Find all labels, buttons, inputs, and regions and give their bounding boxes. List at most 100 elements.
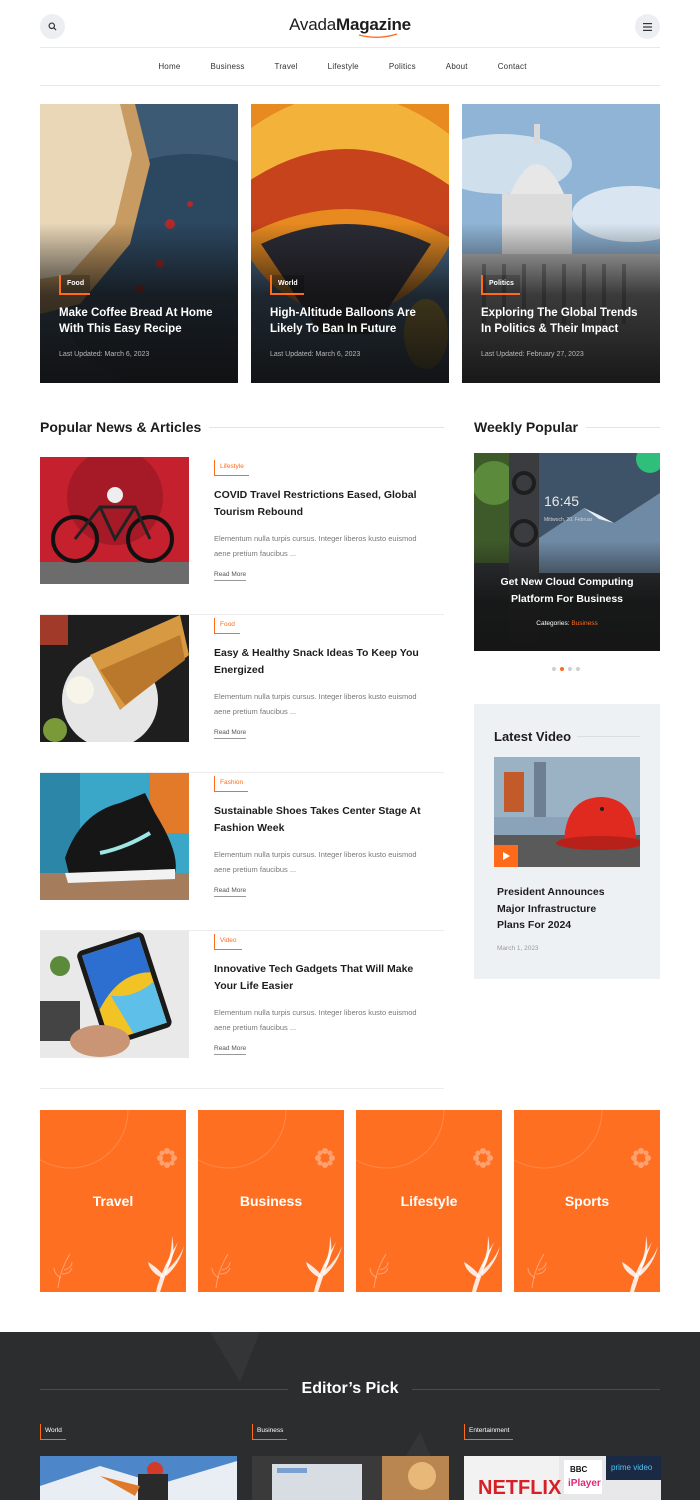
- flower-icon: [631, 1148, 651, 1168]
- palm-leaf-icon: [148, 1236, 184, 1292]
- palm-leaf-icon: [306, 1236, 342, 1292]
- laptop-image: [252, 1456, 449, 1500]
- article-title[interactable]: Sustainable Shoes Takes Center Stage At …: [214, 803, 439, 836]
- hero-card-3[interactable]: Politics Exploring The Global Trends In …: [462, 104, 660, 383]
- editors-category[interactable]: Business: [252, 1424, 288, 1440]
- hero-category[interactable]: Politics: [481, 275, 520, 295]
- hero-shade: [251, 223, 449, 383]
- slider-dot[interactable]: [568, 667, 572, 671]
- editors-category[interactable]: World: [40, 1424, 66, 1440]
- tile-label: Travel: [92, 1193, 134, 1209]
- tile-label: Lifestyle: [400, 1193, 458, 1209]
- skier-image: [40, 1456, 237, 1500]
- article-category[interactable]: Fashion: [214, 776, 249, 792]
- nav-travel[interactable]: Travel: [260, 62, 313, 71]
- editors-heading: Editor’s Pick: [40, 1378, 661, 1400]
- iplayer-logo: iPlayer: [568, 1478, 601, 1489]
- categories-label: Categories:: [536, 620, 570, 627]
- heading-rule: [577, 736, 640, 737]
- article-excerpt: Elementum nulla turpis cursus. Integer l…: [214, 692, 417, 716]
- popular-heading-text: Popular News & Articles: [40, 419, 202, 435]
- tablet-image: [40, 931, 189, 1058]
- heading-rule-right: [412, 1388, 661, 1390]
- category-tile-business[interactable]: Business: [198, 1110, 344, 1292]
- article-category[interactable]: Lifestyle: [214, 460, 249, 476]
- sneaker-image: [40, 773, 189, 900]
- nav-contact[interactable]: Contact: [483, 62, 542, 71]
- tile-label: Business: [239, 1193, 303, 1209]
- menu-button[interactable]: [635, 14, 660, 39]
- palm-leaf-icon: [622, 1236, 658, 1292]
- read-more-link[interactable]: Read More: [214, 570, 247, 581]
- hero-card-1[interactable]: Food Make Coffee Bread At Home With This…: [40, 104, 238, 383]
- hero-title[interactable]: High-Altitude Balloons Are Likely To Ban…: [270, 305, 435, 337]
- article-thumbnail[interactable]: [40, 457, 189, 584]
- read-more-link[interactable]: Read More: [214, 886, 247, 897]
- weekly-title[interactable]: Get New Cloud Computing Platform For Bus…: [484, 574, 650, 607]
- leaf-icon: [369, 1253, 389, 1288]
- article-category[interactable]: Food: [214, 618, 240, 634]
- slider-dot-active[interactable]: [560, 667, 564, 671]
- editors-image-world[interactable]: [40, 1456, 237, 1500]
- slider-dot[interactable]: [552, 667, 556, 671]
- hero-date: Last Updated: February 27, 2023: [481, 351, 584, 358]
- weekly-category-line: Categories: Business: [474, 620, 660, 627]
- article-thumbnail[interactable]: [40, 773, 189, 900]
- site-logo[interactable]: AvadaMagazine: [40, 14, 660, 36]
- slider-pagination: [552, 667, 580, 671]
- editors-pick-section: Editor’s Pick World Business Entertainme…: [0, 1332, 700, 1500]
- hero-title[interactable]: Make Coffee Bread At Home With This Easy…: [59, 305, 224, 337]
- hero-date: Last Updated: March 6, 2023: [270, 351, 361, 358]
- article-title[interactable]: Innovative Tech Gadgets That Will Make Y…: [214, 961, 439, 994]
- article-title[interactable]: COVID Travel Restrictions Eased, Global …: [214, 487, 439, 520]
- decor-circle-icon: [40, 1110, 129, 1169]
- article-category[interactable]: Video: [214, 934, 242, 950]
- nav-business[interactable]: Business: [195, 62, 259, 71]
- weekly-slide[interactable]: 16:45 Mittwoch, 20. Februar Get New Clou…: [474, 453, 660, 651]
- nav-politics[interactable]: Politics: [374, 62, 431, 71]
- category-tile-sports[interactable]: Sports: [514, 1110, 660, 1292]
- hero-category[interactable]: World: [270, 275, 304, 295]
- logo-text-bold: Magazine: [335, 15, 411, 34]
- article-excerpt: Elementum nulla turpis cursus. Integer l…: [214, 850, 417, 874]
- read-more-link[interactable]: Read More: [214, 1044, 247, 1055]
- weekly-heading: Weekly Popular: [474, 419, 660, 435]
- hero-card-2[interactable]: World High-Altitude Balloons Are Likely …: [251, 104, 449, 383]
- tile-label: Sports: [564, 1193, 610, 1209]
- hamburger-icon: [643, 22, 652, 31]
- category-tile-travel[interactable]: Travel: [40, 1110, 186, 1292]
- article-thumbnail[interactable]: [40, 615, 189, 742]
- nav-about[interactable]: About: [431, 62, 483, 71]
- video-heading: Latest Video: [494, 729, 640, 744]
- site-header: AvadaMagazine: [40, 0, 660, 48]
- heading-rule: [209, 426, 444, 428]
- video-title[interactable]: President Announces Major Infrastructure…: [497, 884, 627, 934]
- nav-lifestyle[interactable]: Lifestyle: [313, 62, 374, 71]
- weekly-category-link[interactable]: Business: [571, 620, 597, 627]
- hero-date: Last Updated: March 6, 2023: [59, 351, 150, 358]
- weekly-heading-text: Weekly Popular: [474, 419, 579, 435]
- editors-heading-text: Editor’s Pick: [301, 1380, 399, 1397]
- play-button[interactable]: [494, 845, 518, 867]
- editors-image-entertainment[interactable]: NETFLIX BBC iPlayer prime video: [464, 1456, 661, 1500]
- hero-title[interactable]: Exploring The Global Trends In Politics …: [481, 305, 646, 337]
- video-thumbnail[interactable]: [494, 757, 640, 867]
- editors-category[interactable]: Entertainment: [464, 1424, 514, 1440]
- slider-dot[interactable]: [576, 667, 580, 671]
- article-title[interactable]: Easy & Healthy Snack Ideas To Keep You E…: [214, 645, 439, 678]
- nav-home[interactable]: Home: [158, 62, 195, 71]
- latest-video-widget: Latest Video President Announces Major I…: [474, 704, 660, 979]
- read-more-link[interactable]: Read More: [214, 728, 247, 739]
- flower-icon: [473, 1148, 493, 1168]
- article-item-2: Food Easy & Healthy Snack Ideas To Keep …: [40, 615, 444, 773]
- hero-category[interactable]: Food: [59, 275, 91, 295]
- category-tile-lifestyle[interactable]: Lifestyle: [356, 1110, 502, 1292]
- article-excerpt: Elementum nulla turpis cursus. Integer l…: [214, 534, 417, 558]
- red-bicycle-image: [40, 457, 189, 584]
- article-thumbnail[interactable]: [40, 931, 189, 1058]
- decor-circle-icon: [356, 1110, 445, 1169]
- article-excerpt: Elementum nulla turpis cursus. Integer l…: [214, 1008, 417, 1032]
- editors-image-business[interactable]: [252, 1456, 449, 1500]
- screen-time: 16:45: [544, 493, 579, 509]
- decor-circle-icon: [198, 1110, 287, 1169]
